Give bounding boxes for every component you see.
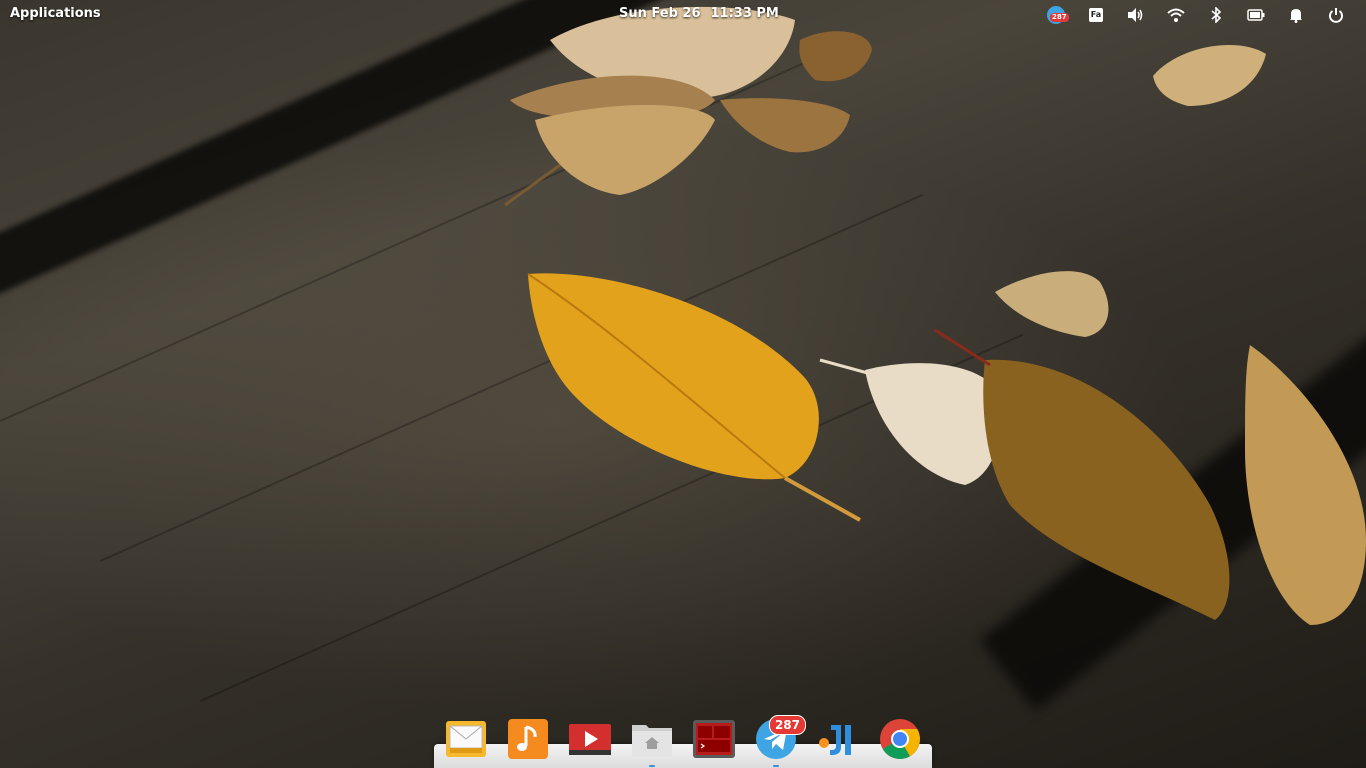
notifications-indicator[interactable] xyxy=(1276,4,1316,26)
telegram-tray-icon: 287 xyxy=(1047,6,1069,24)
power-status-indicator[interactable] xyxy=(1236,4,1276,26)
running-indicator xyxy=(649,765,655,767)
power-icon xyxy=(1329,8,1343,23)
chrome-icon xyxy=(880,719,920,759)
bluetooth-indicator[interactable] xyxy=(1196,4,1236,26)
dock-item-terminal[interactable] xyxy=(690,715,738,763)
jetbrains-icon xyxy=(819,725,851,755)
leaf-cluster-image xyxy=(504,6,872,207)
mail-icon xyxy=(446,721,486,757)
large-leaf-image xyxy=(1245,345,1366,625)
dock-item-mail[interactable] xyxy=(442,715,490,763)
bluetooth-icon xyxy=(1211,7,1221,23)
music-icon xyxy=(508,719,548,759)
system-indicators: 287 Fa xyxy=(1036,4,1356,26)
sound-indicator[interactable] xyxy=(1116,4,1156,26)
wifi-icon xyxy=(1167,8,1185,22)
dock-item-music[interactable] xyxy=(504,715,552,763)
dock-item-videos[interactable] xyxy=(566,715,614,763)
keyboard-layout-indicator[interactable]: Fa xyxy=(1076,4,1116,26)
volume-icon xyxy=(1128,8,1143,22)
desktop-wallpaper xyxy=(0,0,1366,768)
battery-icon xyxy=(1247,9,1265,21)
videos-icon xyxy=(569,724,611,755)
top-panel: Applications Sun Feb 26 11:33 PM 287 Fa xyxy=(0,0,1366,28)
folder-home-icon xyxy=(632,725,672,757)
network-indicator[interactable] xyxy=(1156,4,1196,26)
session-indicator[interactable] xyxy=(1316,4,1356,26)
clock-date: Sun Feb 26 xyxy=(619,6,701,21)
small-leaf-image xyxy=(1153,45,1266,106)
date-time-indicator[interactable]: Sun Feb 26 11:33 PM xyxy=(619,6,779,21)
unread-count-badge: 287 xyxy=(768,715,806,735)
dock-item-telegram[interactable]: 287 xyxy=(752,715,806,767)
terminal-icon xyxy=(693,720,735,758)
small-leaf-image xyxy=(995,271,1109,337)
keyboard-layout-label: Fa xyxy=(1089,8,1103,22)
dock-item-jetbrains[interactable] xyxy=(814,715,862,763)
applications-menu-button[interactable]: Applications xyxy=(10,6,101,21)
pale-leaf-image xyxy=(819,328,1230,620)
dock: 287 xyxy=(442,715,928,767)
bell-icon xyxy=(1290,9,1302,23)
clock-time: 11:33 PM xyxy=(710,6,779,21)
dock-item-chrome[interactable] xyxy=(876,715,924,763)
dock-item-files[interactable] xyxy=(628,715,676,767)
telegram-tray-badge: 287 xyxy=(1050,13,1069,22)
running-indicator xyxy=(773,765,779,767)
telegram-indicator[interactable]: 287 xyxy=(1036,4,1076,26)
